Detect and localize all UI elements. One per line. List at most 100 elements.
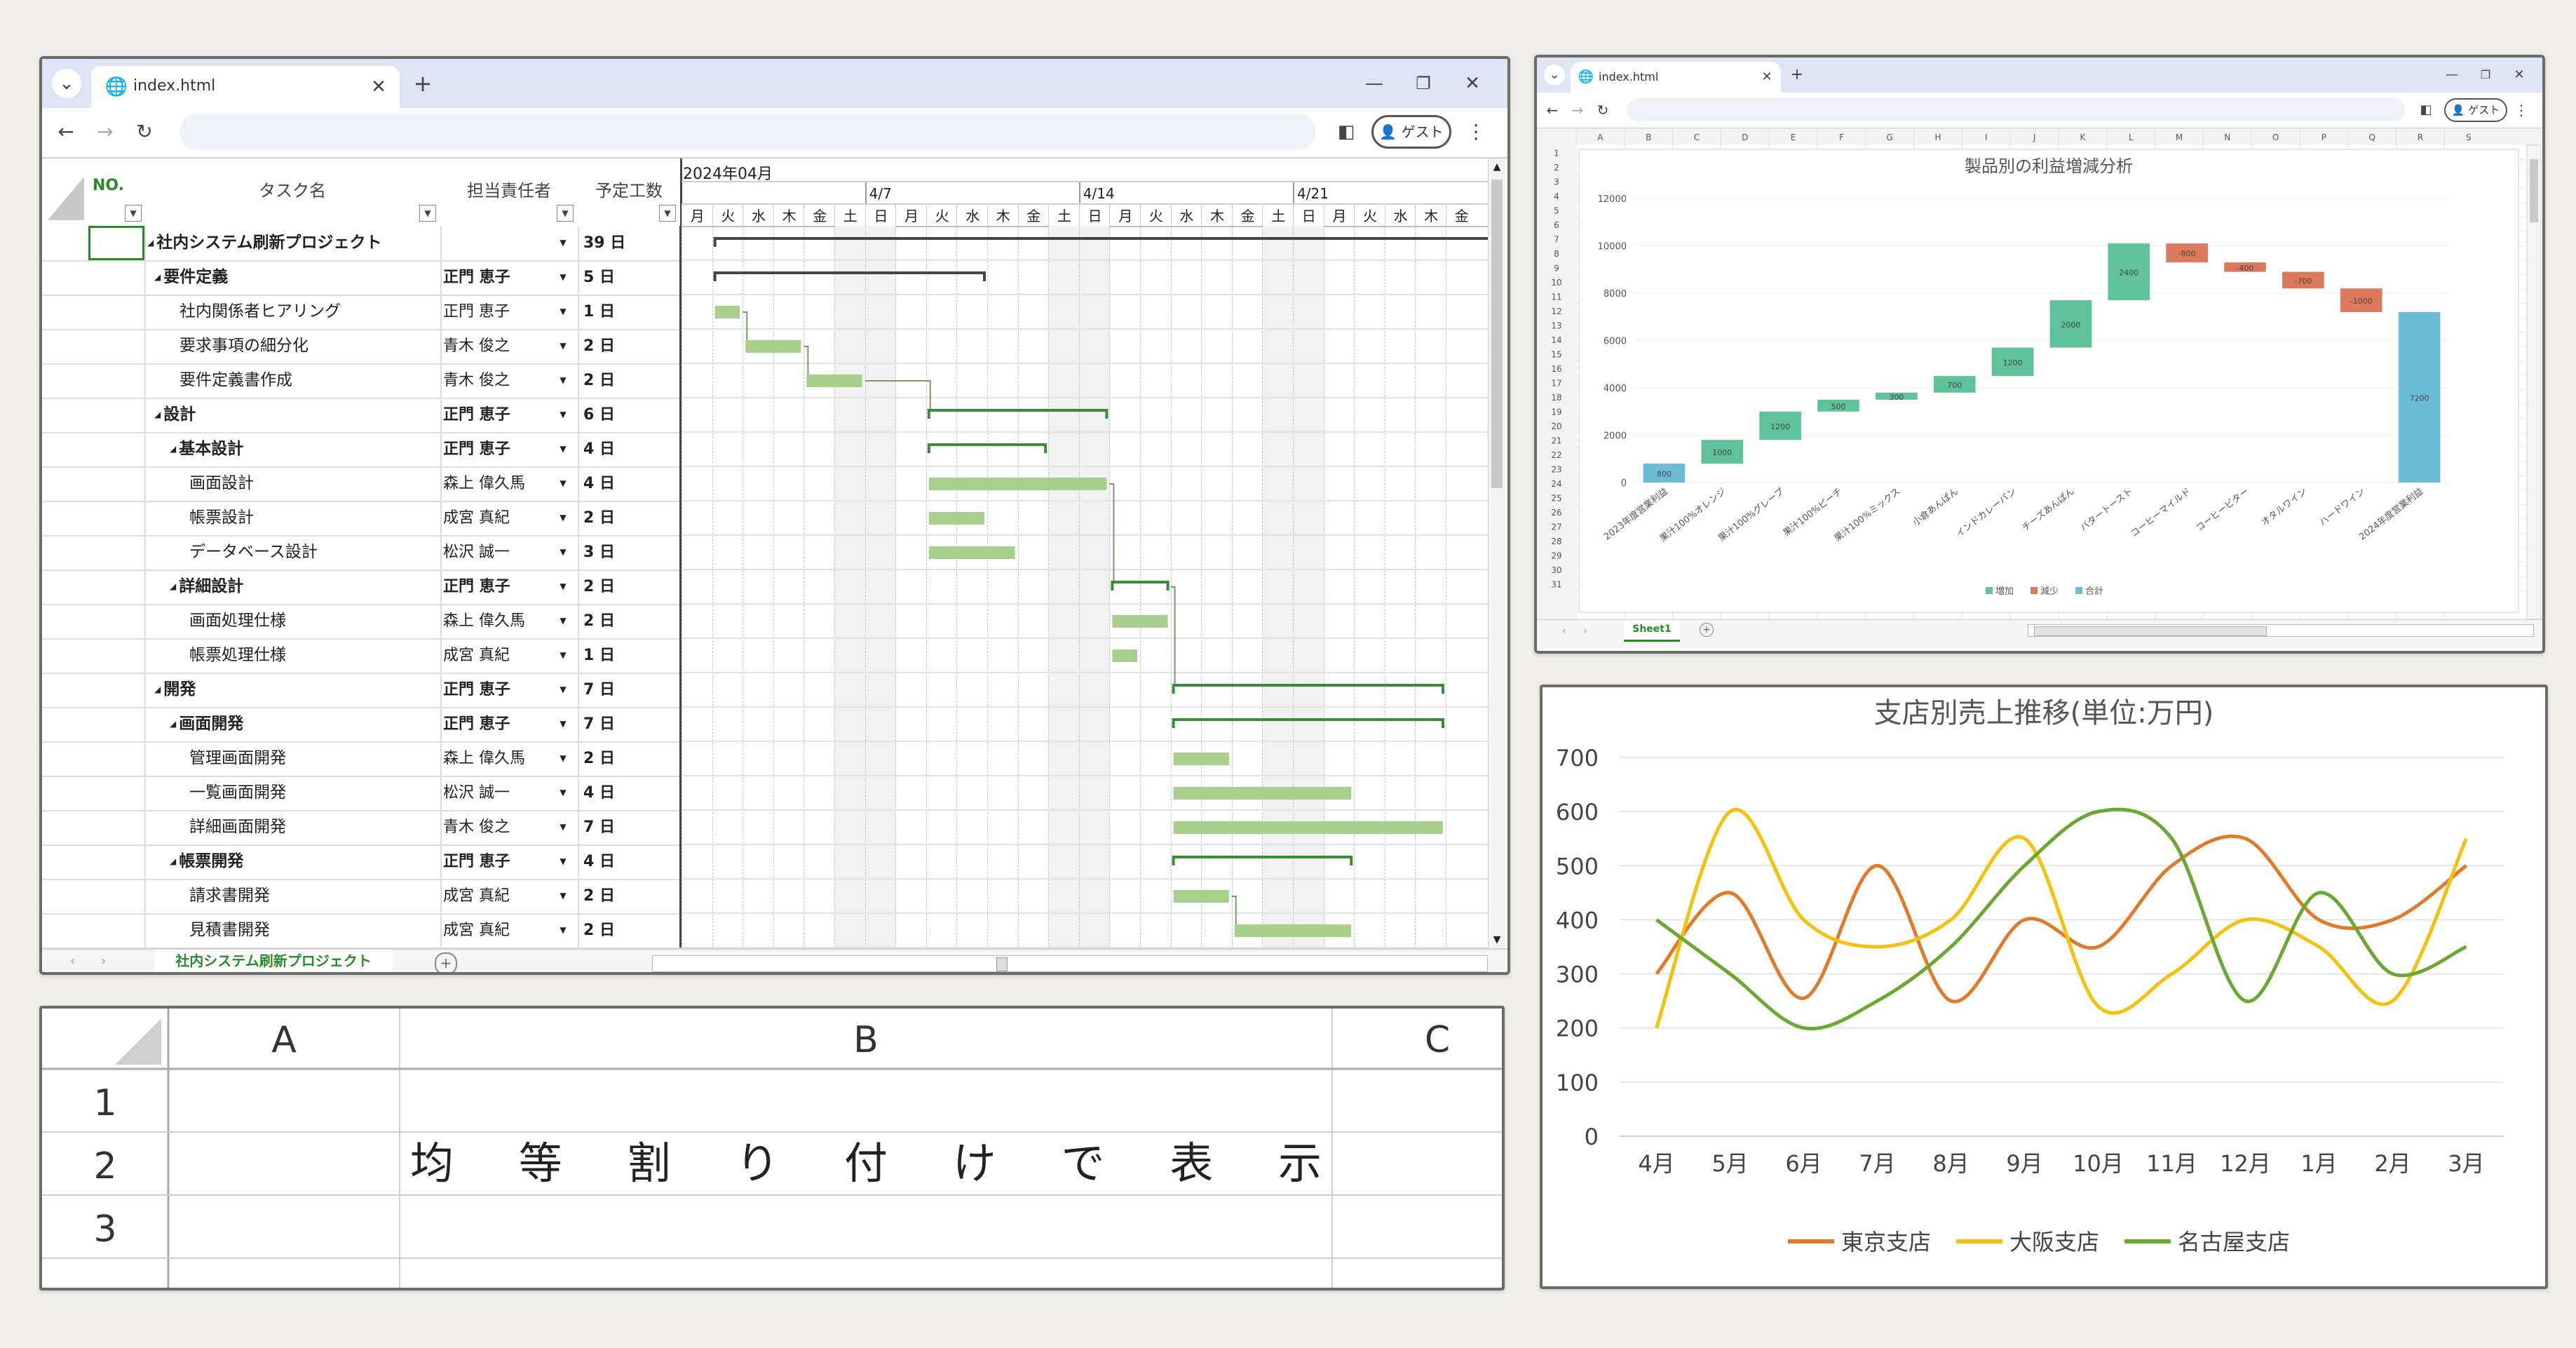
column-letter[interactable]: A (1597, 133, 1604, 142)
vertical-scrollbar[interactable]: ▲ ▼ (1488, 159, 1505, 948)
collapse-icon[interactable]: ◢ (170, 707, 176, 741)
owner-cell[interactable] (443, 226, 548, 260)
horizontal-scrollbar[interactable] (2028, 624, 2534, 637)
effort-cell[interactable]: 4 日 (583, 466, 674, 501)
row-number[interactable]: 19 (1551, 407, 1561, 417)
horizontal-scrollbar[interactable] (652, 955, 1488, 972)
row-number[interactable]: 15 (1551, 350, 1561, 360)
task-name-cell[interactable]: 管理画面開発 (179, 741, 443, 776)
effort-cell[interactable]: 2 日 (583, 604, 674, 638)
sidebar-icon[interactable]: ◧ (2416, 100, 2436, 121)
table-row[interactable]: 請求書開発 成宮 真紀 ▼ 2 日 (42, 879, 682, 915)
owner-cell[interactable]: 成宮 真紀 (443, 879, 548, 913)
add-sheet-icon[interactable]: + (1700, 623, 1714, 637)
group-bracket[interactable] (927, 409, 1109, 419)
effort-cell[interactable]: 39 日 (583, 226, 674, 260)
restore-icon[interactable]: ❐ (2475, 65, 2496, 86)
group-bracket[interactable] (1172, 684, 1444, 694)
column-letter[interactable]: Q (2368, 133, 2375, 142)
task-bar[interactable] (806, 375, 862, 387)
owner-cell[interactable]: 成宮 真紀 (443, 638, 548, 673)
owner-dropdown-icon[interactable]: ▼ (553, 913, 574, 948)
table-row[interactable]: ◢ 詳細設計 正門 恵子 ▼ 2 日 (42, 569, 682, 605)
effort-cell[interactable]: 4 日 (583, 776, 674, 810)
sheet-next-icon[interactable]: › (1583, 626, 1587, 637)
row-number[interactable]: 24 (1551, 479, 1561, 489)
task-bar[interactable] (928, 512, 984, 525)
row-number[interactable]: 7 (1554, 235, 1559, 245)
forward-icon[interactable]: → (91, 116, 119, 147)
task-name-cell[interactable]: ◢ 社内システム刷新プロジェクト (147, 226, 433, 260)
owner-dropdown-icon[interactable]: ▼ (553, 432, 574, 466)
column-letter[interactable]: G (1887, 133, 1893, 142)
column-letter[interactable]: E (1791, 133, 1796, 142)
task-name-cell[interactable]: ◢ 開発 (154, 673, 433, 707)
reload-icon[interactable]: ↻ (1593, 100, 1613, 121)
effort-cell[interactable]: 2 日 (583, 913, 674, 948)
owner-cell[interactable]: 正門 恵子 (443, 569, 548, 604)
owner-dropdown-icon[interactable]: ▼ (553, 707, 574, 741)
column-letter[interactable]: L (2129, 133, 2134, 142)
owner-dropdown-icon[interactable]: ▼ (553, 810, 574, 844)
owner-cell[interactable]: 正門 恵子 (443, 432, 548, 466)
owner-dropdown-icon[interactable]: ▼ (553, 260, 574, 295)
owner-cell[interactable]: 青木 俊之 (443, 329, 548, 363)
task-bar[interactable] (1173, 787, 1352, 800)
filter-dropdown-icon[interactable]: ▼ (419, 205, 436, 222)
effort-cell[interactable]: 7 日 (583, 810, 674, 844)
table-row[interactable]: 一覧画面開発 松沢 誠一 ▼ 4 日 (42, 776, 682, 811)
browser-tab[interactable]: 🌐 index.html ✕ (1571, 62, 1781, 93)
row-number[interactable]: 6 (1554, 220, 1559, 230)
column-letter[interactable]: I (1985, 133, 1988, 142)
collapse-icon[interactable]: ◢ (170, 432, 176, 466)
table-row[interactable]: データベース設計 松沢 誠一 ▼ 3 日 (42, 535, 682, 571)
owner-dropdown-icon[interactable]: ▼ (553, 741, 574, 776)
task-bar[interactable] (1173, 753, 1229, 765)
row-number[interactable]: 30 (1551, 565, 1561, 575)
row-number[interactable]: 22 (1551, 450, 1561, 460)
column-letter[interactable]: P (2321, 133, 2326, 142)
task-name-cell[interactable]: 要件定義書作成 (170, 363, 443, 398)
table-row[interactable]: 管理画面開発 森上 偉久馬 ▼ 2 日 (42, 741, 682, 777)
close-tab-icon[interactable]: ✕ (366, 73, 391, 101)
owner-column-header[interactable]: 担当責任者 ▼ (440, 159, 579, 227)
task-name-cell[interactable]: 詳細画面開発 (179, 810, 443, 844)
table-row[interactable]: ◢ 基本設計 正門 恵子 ▼ 4 日 (42, 432, 682, 468)
sidebar-icon[interactable]: ◧ (1332, 116, 1360, 147)
task-name-cell[interactable]: 帳票設計 (179, 501, 443, 535)
task-name-cell[interactable]: 要求事項の細分化 (170, 329, 443, 363)
row-number[interactable]: 23 (1551, 465, 1561, 475)
group-bracket[interactable] (1172, 856, 1353, 865)
column-letter[interactable]: A (271, 1019, 297, 1061)
table-row[interactable]: ◢ 画面開発 正門 恵子 ▼ 7 日 (42, 707, 682, 743)
task-bar[interactable] (745, 340, 801, 353)
task-bar[interactable] (928, 546, 1015, 559)
task-name-cell[interactable]: 社内関係者ヒアリング (170, 295, 443, 329)
owner-dropdown-icon[interactable]: ▼ (553, 398, 574, 432)
column-letter[interactable]: F (1839, 133, 1844, 142)
table-row[interactable]: 帳票処理仕様 成宮 真紀 ▼ 1 日 (42, 638, 682, 674)
table-row[interactable]: 要求事項の細分化 青木 俊之 ▼ 2 日 (42, 329, 682, 365)
column-letter[interactable]: N (2224, 133, 2230, 142)
task-name-cell[interactable]: ◢ 基本設計 (170, 432, 433, 466)
back-icon[interactable]: ← (52, 116, 80, 147)
effort-cell[interactable]: 1 日 (583, 295, 674, 329)
owner-dropdown-icon[interactable]: ▼ (553, 329, 574, 363)
task-bar[interactable] (1234, 924, 1352, 937)
owner-dropdown-icon[interactable]: ▼ (553, 879, 574, 913)
owner-cell[interactable]: 松沢 誠一 (443, 535, 548, 569)
owner-cell[interactable]: 正門 恵子 (443, 673, 548, 707)
task-name-cell[interactable]: ◢ 帳票開発 (170, 844, 433, 879)
column-letter[interactable]: B (853, 1019, 879, 1061)
scroll-down-icon[interactable]: ▼ (1489, 931, 1505, 948)
menu-icon[interactable]: ⋮ (2513, 100, 2530, 121)
table-row[interactable]: 要件定義書作成 青木 俊之 ▼ 2 日 (42, 363, 682, 399)
filter-dropdown-icon[interactable]: ▼ (659, 205, 676, 222)
owner-dropdown-icon[interactable]: ▼ (553, 673, 574, 707)
table-row[interactable]: 画面設計 森上 偉久馬 ▼ 4 日 (42, 466, 682, 502)
filter-dropdown-icon[interactable]: ▼ (125, 205, 142, 222)
row-number[interactable]: 2 (93, 1145, 116, 1187)
task-name-cell[interactable]: ◢ 詳細設計 (170, 569, 433, 604)
effort-cell[interactable]: 2 日 (583, 329, 674, 363)
row-number[interactable]: 21 (1551, 436, 1561, 446)
